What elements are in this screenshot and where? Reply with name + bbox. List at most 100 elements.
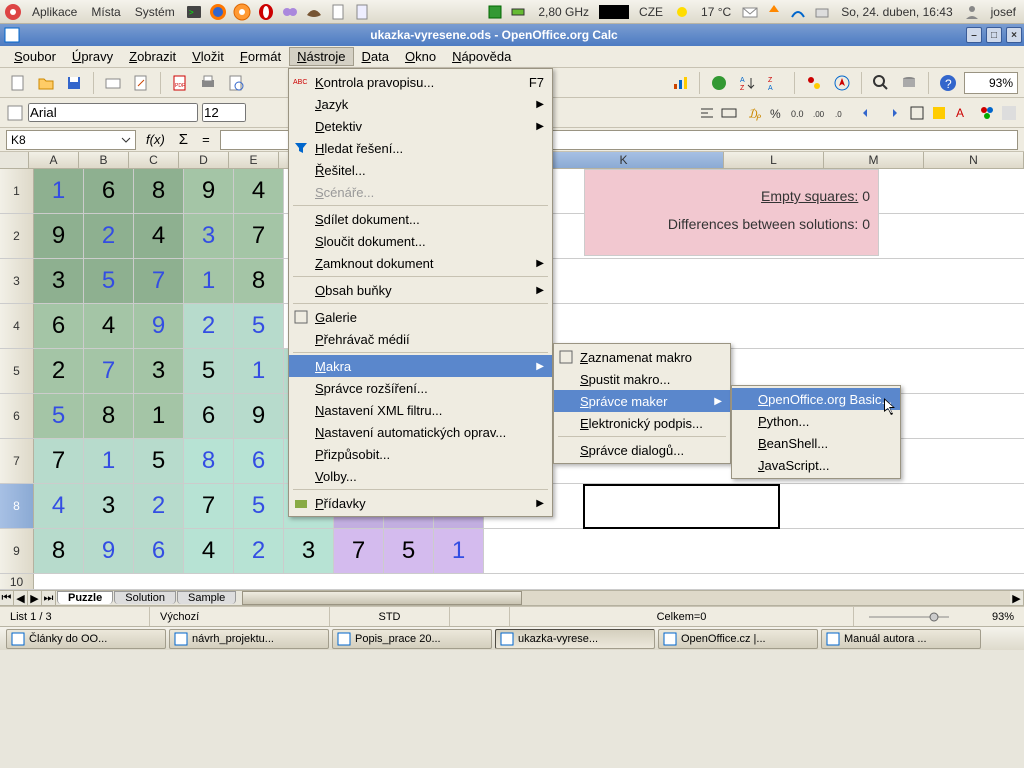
- cell[interactable]: 8: [184, 439, 234, 483]
- align-left-icon[interactable]: [698, 104, 716, 122]
- cell[interactable]: 5: [384, 529, 434, 573]
- cell[interactable]: 4: [84, 304, 134, 348]
- cell[interactable]: 4: [184, 529, 234, 573]
- tab-first-icon[interactable]: ⏮: [0, 591, 14, 605]
- menu-item[interactable]: Spustit makro...: [554, 368, 730, 390]
- row-header-10[interactable]: 10: [0, 574, 34, 589]
- cell[interactable]: 8: [34, 529, 84, 573]
- menu-item[interactable]: Přídavky▶: [289, 492, 552, 514]
- menu-soubor[interactable]: Soubor: [6, 47, 64, 66]
- col-header-M[interactable]: M: [824, 152, 924, 168]
- firefox-icon[interactable]: [209, 3, 227, 21]
- menu-item[interactable]: Volby...: [289, 465, 552, 487]
- menu-zobrazit[interactable]: Zobrazit: [121, 47, 184, 66]
- help-icon[interactable]: [233, 3, 251, 21]
- menu-item[interactable]: OpenOffice.org Basic...: [732, 388, 900, 410]
- cell-reference-input[interactable]: K8: [6, 130, 136, 150]
- network-icon[interactable]: [789, 3, 807, 21]
- zoom-percent[interactable]: 93%: [974, 607, 1024, 626]
- cell[interactable]: 3: [84, 484, 134, 528]
- col-header-L[interactable]: L: [724, 152, 824, 168]
- clock[interactable]: So, 24. duben, 16:43: [837, 5, 956, 19]
- help-toolbar-icon[interactable]: ?: [936, 71, 960, 95]
- sum-icon[interactable]: Σ: [175, 131, 192, 148]
- menu-item[interactable]: Správce maker▶: [554, 390, 730, 412]
- sort-desc-icon[interactable]: ZA: [763, 71, 787, 95]
- menu-item[interactable]: Zaznamenat makro: [554, 346, 730, 368]
- cell[interactable]: 2: [134, 484, 184, 528]
- gallery-icon[interactable]: [802, 71, 826, 95]
- row-header-3[interactable]: 3: [0, 259, 34, 303]
- menu-úpravy[interactable]: Úpravy: [64, 47, 121, 66]
- system-menu[interactable]: Systém: [131, 5, 179, 19]
- cell[interactable]: 8: [234, 259, 284, 303]
- menu-item[interactable]: Python...: [732, 410, 900, 432]
- menu-item[interactable]: Správce dialogů...: [554, 439, 730, 461]
- cell[interactable]: 6: [234, 439, 284, 483]
- pidgin-icon[interactable]: [281, 3, 299, 21]
- cell[interactable]: 6: [84, 169, 134, 213]
- cell[interactable]: 8: [134, 169, 184, 213]
- sheet-tab-solution[interactable]: Solution: [114, 591, 176, 604]
- merge-icon[interactable]: [720, 104, 738, 122]
- col-header-K[interactable]: K: [524, 152, 724, 168]
- cell[interactable]: 7: [184, 484, 234, 528]
- percent-icon[interactable]: %: [768, 104, 786, 122]
- font-name-input[interactable]: [28, 103, 198, 122]
- theme-icon[interactable]: [978, 104, 996, 122]
- datasources-icon[interactable]: [897, 71, 921, 95]
- menu-item[interactable]: Nastavení XML filtru...: [289, 399, 552, 421]
- cell[interactable]: 6: [184, 394, 234, 438]
- ubuntu-icon[interactable]: [4, 3, 22, 21]
- menu-nástroje[interactable]: Nástroje: [289, 47, 353, 66]
- close-button[interactable]: ×: [1006, 27, 1022, 43]
- cell[interactable]: 1: [434, 529, 484, 573]
- mail-icon[interactable]: [741, 3, 759, 21]
- mail-icon[interactable]: [101, 71, 125, 95]
- apps-menu[interactable]: Aplikace: [28, 5, 81, 19]
- row-header-4[interactable]: 4: [0, 304, 34, 348]
- menu-item[interactable]: Galerie: [289, 306, 552, 328]
- cell[interactable]: 1: [234, 349, 284, 393]
- cell[interactable]: 3: [34, 259, 84, 303]
- keyboard-layout[interactable]: CZE: [635, 5, 667, 19]
- menu-item[interactable]: Přizpůsobit...: [289, 443, 552, 465]
- user-icon[interactable]: [963, 3, 981, 21]
- select-all-corner[interactable]: [0, 152, 29, 168]
- updates-icon[interactable]: [765, 3, 783, 21]
- indent-inc-icon[interactable]: [882, 104, 900, 122]
- terminal-icon[interactable]: >: [185, 3, 203, 21]
- row-header-2[interactable]: 2: [0, 214, 34, 258]
- chevron-down-icon[interactable]: [121, 135, 131, 145]
- chart-icon[interactable]: [668, 71, 692, 95]
- styles-icon[interactable]: [6, 104, 24, 122]
- menu-item[interactable]: Správce rozšíření...: [289, 377, 552, 399]
- taskbar-item[interactable]: návrh_projektu...: [169, 629, 329, 649]
- sort-asc-icon[interactable]: AZ: [735, 71, 759, 95]
- taskbar-item[interactable]: Popis_prace 20...: [332, 629, 492, 649]
- document-icon[interactable]: [329, 3, 347, 21]
- cell[interactable]: 6: [134, 529, 184, 573]
- pdf-icon[interactable]: PDF: [168, 71, 192, 95]
- menu-item[interactable]: Elektronický podpis...: [554, 412, 730, 434]
- scroll-right-icon[interactable]: ▶: [1010, 591, 1024, 605]
- cell[interactable]: 1: [34, 169, 84, 213]
- taskbar-item[interactable]: OpenOffice.cz |...: [658, 629, 818, 649]
- menu-item[interactable]: Detektiv▶: [289, 115, 552, 137]
- cell[interactable]: 3: [284, 529, 334, 573]
- row-header-8[interactable]: 8: [0, 484, 34, 528]
- new-icon[interactable]: [6, 71, 30, 95]
- cell[interactable]: 2: [84, 214, 134, 258]
- row-header-7[interactable]: 7: [0, 439, 34, 483]
- edit-icon[interactable]: [129, 71, 153, 95]
- function-wizard-icon[interactable]: f(x): [142, 132, 169, 147]
- tab-prev-icon[interactable]: ◀: [14, 591, 28, 605]
- taskbar-item[interactable]: Manuál autora ...: [821, 629, 981, 649]
- row-header-5[interactable]: 5: [0, 349, 34, 393]
- cell[interactable]: 5: [34, 394, 84, 438]
- horizontal-scrollbar[interactable]: [242, 591, 1010, 605]
- menu-item[interactable]: Řešitel...: [289, 159, 552, 181]
- menu-item[interactable]: ABCKontrola pravopisu...F7: [289, 71, 552, 93]
- taskbar-item[interactable]: ukazka-vyrese...: [495, 629, 655, 649]
- menu-item[interactable]: Obsah buňky▶: [289, 279, 552, 301]
